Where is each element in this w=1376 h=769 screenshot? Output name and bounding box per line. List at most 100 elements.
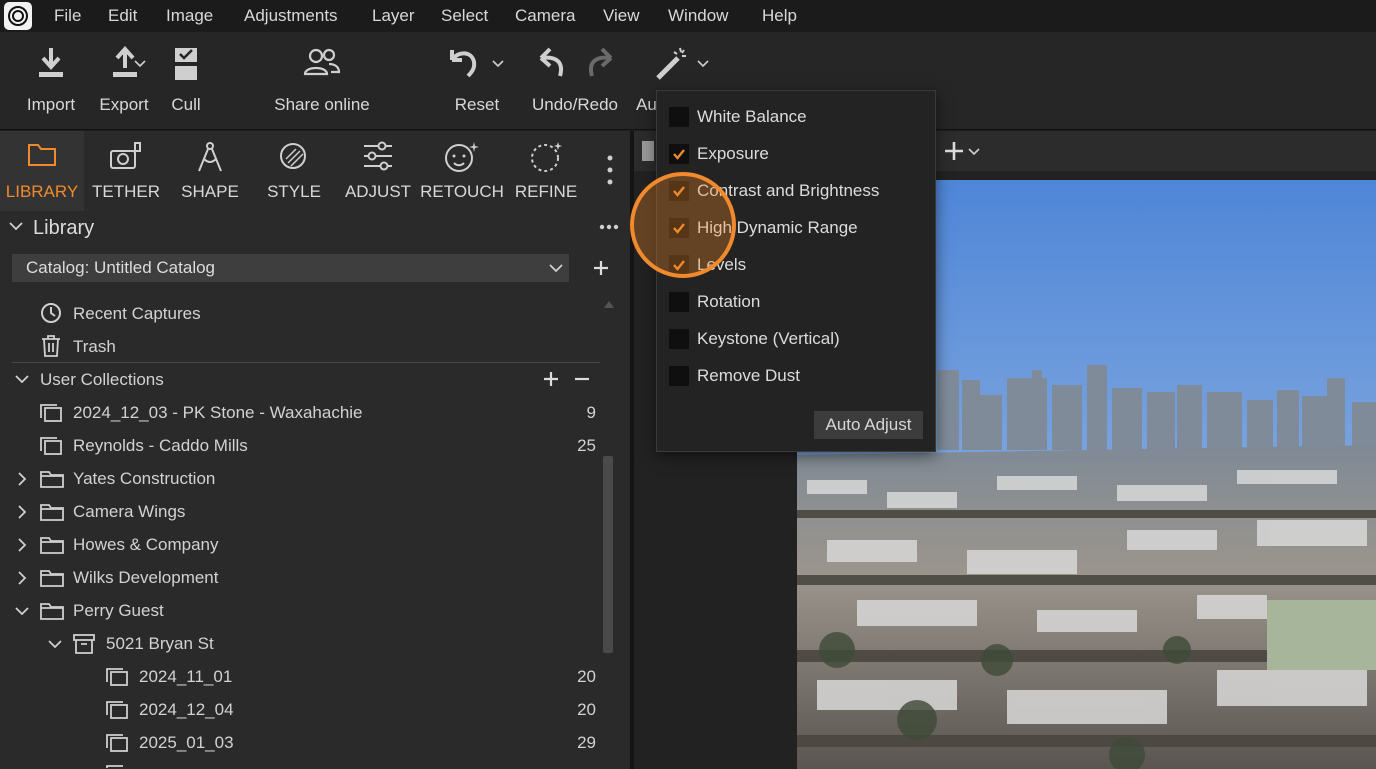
tab-style[interactable]: STYLE	[252, 131, 336, 211]
share-online-label: Share online	[274, 95, 370, 114]
group-folder-icon	[40, 537, 64, 554]
library-title: Library	[33, 217, 95, 239]
expand-chevron-icon[interactable]	[17, 571, 27, 585]
menu-edit[interactable]: Edit	[108, 6, 137, 26]
export-button[interactable]: Export	[94, 32, 154, 130]
album-item[interactable]: 2024_12_04	[139, 700, 234, 720]
recent-captures-item[interactable]: Recent Captures	[73, 304, 201, 324]
undo-redo-button[interactable]: Undo/Redo	[526, 32, 624, 130]
people-icon	[303, 48, 341, 76]
sliders-icon	[364, 141, 392, 171]
expand-chevron-icon[interactable]	[17, 472, 27, 486]
menu-window[interactable]: Window	[668, 6, 728, 26]
tab-refine[interactable]: REFINE	[504, 131, 588, 211]
highlight-circle	[630, 172, 736, 278]
project-item[interactable]: 5021 Bryan St	[106, 634, 214, 654]
group-item[interactable]: Yates Construction	[73, 469, 215, 489]
option-keystone-vertical[interactable]: Keystone (Vertical)	[657, 322, 935, 359]
collapse-chevron-icon[interactable]	[48, 639, 62, 649]
option-exposure[interactable]: Exposure	[657, 137, 935, 174]
group-item[interactable]: Wilks Development	[73, 568, 219, 588]
import-label: Import	[26, 95, 76, 114]
chevron-down-icon[interactable]	[492, 60, 504, 68]
checkbox[interactable]	[669, 292, 689, 312]
album-item[interactable]: 2024_11_01	[139, 667, 232, 687]
compass-icon	[198, 142, 222, 172]
reset-button[interactable]: Reset	[448, 32, 506, 130]
chevron-down-icon[interactable]	[697, 60, 709, 68]
auto-adjust-button[interactable]: Auto Adjust	[814, 411, 923, 439]
menu-layer[interactable]: Layer	[372, 6, 415, 26]
expand-chevron-icon[interactable]	[17, 538, 27, 552]
share-online-button[interactable]: Share online	[266, 32, 378, 130]
divider	[12, 362, 600, 363]
group-item[interactable]: Howes & Company	[73, 535, 219, 555]
album-icon	[106, 765, 123, 768]
tab-retouch-label: RETOUCH	[420, 182, 504, 201]
group-item[interactable]: Perry Guest	[73, 601, 164, 621]
add-collection-icon[interactable]	[543, 371, 559, 387]
menu-camera[interactable]: Camera	[515, 6, 575, 26]
group-item[interactable]: Camera Wings	[73, 502, 185, 522]
grid-view-icon[interactable]	[642, 141, 654, 161]
menu-view[interactable]: View	[603, 6, 640, 26]
tab-adjust[interactable]: ADJUST	[336, 131, 420, 211]
scroll-up-icon[interactable]	[603, 299, 615, 309]
retouch-face-icon	[445, 142, 479, 172]
cull-button[interactable]: Cull	[164, 32, 208, 130]
checkbox[interactable]	[669, 144, 689, 164]
group-folder-icon	[40, 603, 64, 620]
tab-style-label: STYLE	[267, 182, 321, 201]
chevron-down-icon	[549, 264, 563, 273]
option-remove-dust[interactable]: Remove Dust	[657, 359, 935, 396]
catalog-label: Catalog: Untitled Catalog	[26, 258, 216, 277]
menu-select[interactable]: Select	[441, 6, 488, 26]
trash-item[interactable]: Trash	[73, 337, 116, 357]
chevron-down-icon[interactable]	[134, 60, 146, 68]
tab-retouch[interactable]: RETOUCH	[420, 131, 504, 211]
option-label: Remove Dust	[697, 366, 800, 385]
collapse-chevron-icon[interactable]	[15, 374, 29, 384]
tab-library[interactable]: LIBRARY	[0, 131, 84, 211]
scrollbar-thumb[interactable]	[603, 456, 613, 653]
remove-collection-icon[interactable]	[574, 371, 590, 387]
chevron-down-icon[interactable]	[968, 148, 980, 156]
tab-shape-label: SHAPE	[181, 182, 239, 201]
collapse-chevron-icon[interactable]	[15, 606, 29, 616]
option-rotation[interactable]: Rotation	[657, 285, 935, 322]
album-item[interactable]: Reynolds - Caddo Mills	[73, 436, 248, 456]
add-viewer-icon[interactable]	[944, 141, 964, 161]
option-white-balance[interactable]: White Balance	[657, 100, 935, 137]
menu-help[interactable]: Help	[762, 6, 797, 26]
menu-adjustments[interactable]: Adjustments	[244, 6, 338, 26]
auto-label: Au	[636, 95, 657, 114]
expand-chevron-icon[interactable]	[17, 505, 27, 519]
album-icon	[40, 404, 62, 422]
app-logo-icon[interactable]	[4, 2, 32, 30]
import-button[interactable]: Import	[20, 32, 82, 130]
album-icon	[106, 668, 128, 686]
cull-icon	[175, 48, 197, 80]
more-tabs-icon[interactable]	[600, 152, 620, 192]
collapse-chevron-icon[interactable]	[9, 221, 23, 231]
album-count: 29	[577, 733, 596, 752]
checkbox[interactable]	[669, 107, 689, 127]
menu-image[interactable]: Image	[166, 6, 213, 26]
album-item[interactable]: 2024_12_03 - PK Stone - Waxahachie	[73, 403, 363, 423]
checkbox[interactable]	[669, 366, 689, 386]
menu-file[interactable]: File	[54, 6, 81, 26]
panel-options-icon[interactable]	[599, 224, 619, 230]
tab-tether-label: TETHER	[92, 182, 160, 201]
user-collections-header[interactable]: User Collections	[40, 370, 164, 390]
check-icon	[673, 149, 685, 160]
album-item[interactable]: 2025_01_03	[139, 733, 234, 753]
redo-icon[interactable]	[586, 46, 614, 78]
checkbox[interactable]	[669, 329, 689, 349]
group-folder-icon	[40, 471, 64, 488]
tab-tether[interactable]: TETHER	[84, 131, 168, 211]
undo-icon[interactable]	[538, 46, 566, 78]
add-catalog-icon[interactable]	[593, 260, 609, 276]
tab-shape[interactable]: SHAPE	[168, 131, 252, 211]
catalog-dropdown[interactable]: Catalog: Untitled Catalog	[12, 254, 569, 282]
import-icon	[39, 48, 63, 77]
